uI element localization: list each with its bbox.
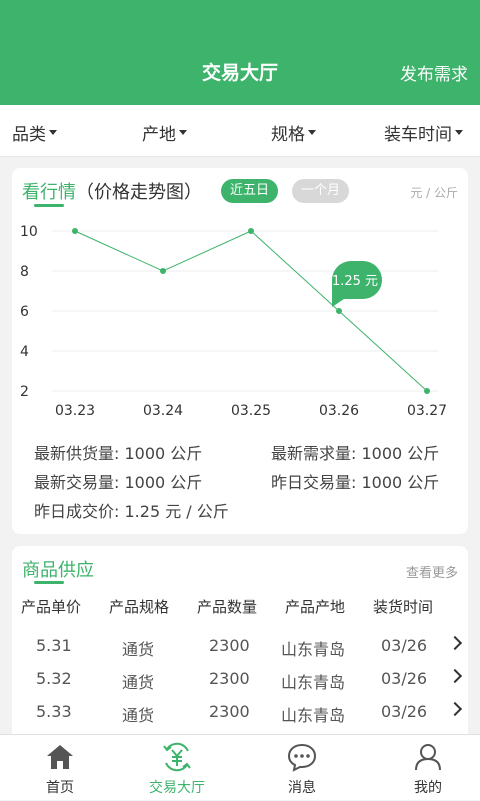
bottom-tab-bar: 首页 交易大厅 消息 我的	[0, 734, 480, 800]
range-tab-five-days[interactable]: 近五日	[221, 179, 279, 203]
chevron-right-icon	[447, 668, 463, 684]
cell-price: 5.33	[36, 702, 72, 721]
filter-category[interactable]: 品类	[12, 120, 57, 145]
data-point	[160, 268, 166, 274]
yuan-exchange-icon	[163, 742, 191, 772]
data-point	[424, 388, 430, 394]
stat-label: 昨日成交价:	[34, 502, 120, 521]
column-header: 产品单价	[21, 598, 82, 616]
price-trend-chart: 2 4 6 8 10 03.23 03.24 03.25 03.26 03.27 1.25 元	[20, 224, 447, 419]
x-tick-label: 03.24	[143, 403, 183, 419]
market-subtitle: （价格走势图）	[76, 182, 202, 203]
caret-down-icon	[179, 130, 187, 135]
view-more-link[interactable]: 查看更多	[406, 562, 458, 581]
price-unit: 元 / 公斤	[410, 186, 458, 200]
stat-value: 1000 公斤	[361, 444, 440, 463]
title-underline	[34, 204, 64, 207]
stat-demand: 最新需求量: 1000 公斤	[271, 440, 439, 464]
cell-loading-time: 03/26	[381, 669, 428, 688]
cell-quantity: 2300	[209, 636, 250, 655]
stat-label: 最新供货量:	[34, 444, 120, 463]
cell-origin: 山东青岛	[281, 706, 346, 725]
data-point	[72, 228, 78, 234]
stat-label: 最新交易量:	[34, 473, 120, 492]
supply-card: 商品供应 查看更多 产品单价 产品规格 产品数量 产品产地 装货时间 5.31 …	[12, 546, 468, 746]
highlight-label: 1.25 元	[332, 274, 378, 289]
cell-quantity: 2300	[209, 669, 250, 688]
data-point	[336, 308, 342, 314]
x-tick-label: 03.26	[319, 403, 359, 419]
tab-messages[interactable]: 消息	[242, 735, 362, 801]
caret-down-icon	[455, 130, 463, 135]
tab-trading-hall[interactable]: 交易大厅	[117, 735, 237, 801]
stat-supply: 最新供货量: 1000 公斤	[34, 440, 202, 464]
filter-spec[interactable]: 规格	[271, 120, 316, 145]
range-tab-one-month[interactable]: 一个月	[292, 179, 350, 203]
stat-label: 最新需求量:	[271, 444, 357, 463]
y-tick-label: 10	[20, 224, 38, 240]
stat-value: 1000 公斤	[124, 444, 203, 463]
market-title-text: 看行情	[22, 182, 76, 203]
x-tick-label: 03.27	[407, 403, 447, 419]
cell-origin: 山东青岛	[281, 673, 346, 692]
y-tick-label: 2	[20, 384, 29, 400]
chevron-right-icon	[447, 635, 463, 651]
table-row[interactable]: 5.33 通货 2300 山东青岛 03/26	[12, 696, 468, 729]
cell-spec: 通货	[122, 706, 155, 725]
app-header: 交易大厅 发布需求	[0, 0, 480, 105]
cell-price: 5.31	[36, 636, 72, 655]
filter-label: 品类	[12, 125, 46, 145]
cell-loading-time: 03/26	[381, 702, 428, 721]
y-tick-label: 8	[20, 264, 29, 280]
stat-yesterday-price: 昨日成交价: 1.25 元 / 公斤	[34, 498, 229, 522]
cell-spec: 通货	[122, 640, 155, 659]
stat-trade: 最新交易量: 1000 公斤	[34, 469, 202, 493]
x-tick-label: 03.25	[231, 403, 271, 419]
filter-loading-time[interactable]: 装车时间	[384, 120, 463, 145]
filter-label: 规格	[271, 125, 305, 145]
filter-bar: 品类 产地 规格 装车时间	[0, 105, 480, 157]
market-card: 看行情（价格走势图） 近五日 一个月 元 / 公斤 2 4 6 8 10 03.23 03.…	[12, 168, 468, 534]
title-underline	[34, 581, 64, 584]
tab-mine[interactable]: 我的	[368, 735, 480, 801]
stat-value: 1000 公斤	[361, 473, 440, 492]
y-tick-label: 4	[20, 344, 29, 360]
tab-label: 消息	[288, 780, 316, 796]
filter-label: 产地	[142, 125, 176, 145]
cell-loading-time: 03/26	[381, 636, 428, 655]
column-header: 装货时间	[373, 598, 434, 616]
home-icon	[47, 745, 73, 769]
chevron-right-icon	[447, 701, 463, 717]
tab-home[interactable]: 首页	[0, 735, 120, 801]
stat-value: 1000 公斤	[124, 473, 203, 492]
tab-label: 我的	[414, 780, 442, 796]
user-icon	[415, 744, 441, 771]
data-point	[248, 228, 254, 234]
table-row[interactable]: 5.31 通货 2300 山东青岛 03/26	[12, 630, 468, 663]
caret-down-icon	[308, 130, 316, 135]
table-row[interactable]: 5.32 通货 2300 山东青岛 03/26	[12, 663, 468, 696]
filter-origin[interactable]: 产地	[142, 120, 187, 145]
tab-label: 交易大厅	[149, 780, 205, 796]
stat-yesterday-trade: 昨日交易量: 1000 公斤	[271, 469, 439, 493]
cell-quantity: 2300	[209, 702, 250, 721]
filter-label: 装车时间	[384, 125, 452, 145]
caret-down-icon	[49, 130, 57, 135]
y-tick-label: 6	[20, 304, 29, 320]
column-header: 产品规格	[109, 598, 170, 616]
column-header: 产品产地	[285, 598, 346, 616]
publish-demand-button[interactable]: 发布需求	[400, 60, 468, 85]
cell-origin: 山东青岛	[281, 640, 346, 659]
message-icon	[287, 743, 317, 772]
stat-value: 1.25 元 / 公斤	[124, 502, 229, 521]
cell-spec: 通货	[122, 673, 155, 692]
stat-label: 昨日交易量:	[271, 473, 357, 492]
market-title: 看行情（价格走势图）	[22, 178, 202, 204]
supply-title: 商品供应	[22, 560, 94, 581]
tab-label: 首页	[46, 780, 74, 796]
x-tick-label: 03.23	[55, 403, 95, 419]
cell-price: 5.32	[36, 669, 72, 688]
column-header: 产品数量	[197, 598, 258, 616]
